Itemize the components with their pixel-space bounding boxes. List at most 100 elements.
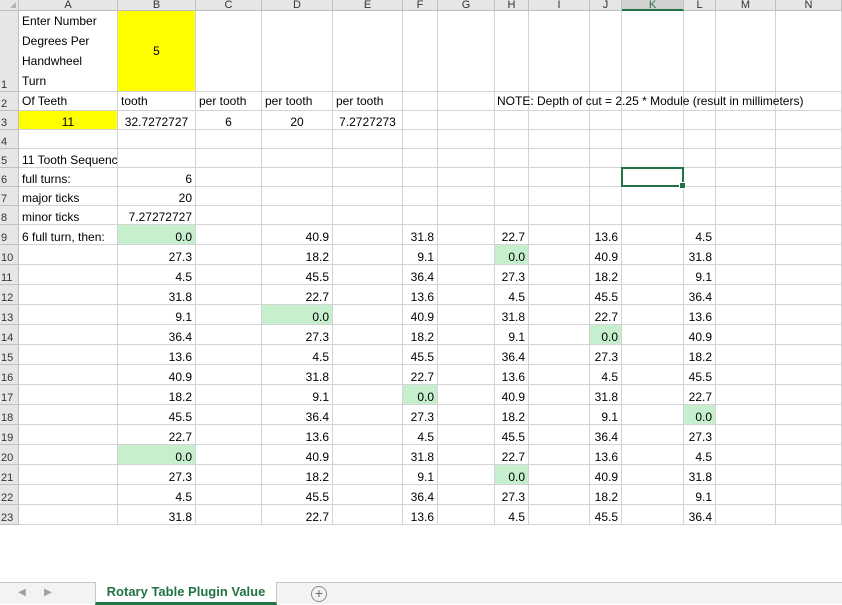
cell-n21[interactable] bbox=[776, 465, 842, 485]
cell-h16[interactable]: 13.6 bbox=[495, 365, 529, 385]
cell-j6[interactable] bbox=[590, 168, 622, 187]
cell-d22[interactable]: 45.5 bbox=[262, 485, 333, 505]
cell-g10[interactable] bbox=[438, 245, 495, 265]
cell-i5[interactable] bbox=[529, 149, 590, 168]
cell-i13[interactable] bbox=[529, 305, 590, 325]
scroll-tabs-left-icon[interactable]: ◀ bbox=[14, 585, 30, 601]
cell-k23[interactable] bbox=[622, 505, 684, 525]
cell-h9[interactable]: 22.7 bbox=[495, 225, 529, 245]
column-header-h[interactable]: H bbox=[495, 0, 529, 11]
cell-i17[interactable] bbox=[529, 385, 590, 405]
cell-f19[interactable]: 4.5 bbox=[403, 425, 438, 445]
cell-c4[interactable] bbox=[196, 130, 262, 149]
cell-f9[interactable]: 31.8 bbox=[403, 225, 438, 245]
cell-m3[interactable] bbox=[716, 111, 776, 130]
cell-h10[interactable]: 0.0 bbox=[495, 245, 529, 265]
row-header-20[interactable]: 20 bbox=[0, 445, 19, 465]
cell-g3[interactable] bbox=[438, 111, 495, 130]
cell-b18[interactable]: 45.5 bbox=[118, 405, 196, 425]
cell-g12[interactable] bbox=[438, 285, 495, 305]
cell-l10[interactable]: 31.8 bbox=[684, 245, 716, 265]
row-header-15[interactable]: 15 bbox=[0, 345, 19, 365]
cell-i23[interactable] bbox=[529, 505, 590, 525]
scroll-tabs-right-icon[interactable]: ▶ bbox=[40, 585, 56, 601]
cell-g21[interactable] bbox=[438, 465, 495, 485]
cell-h14[interactable]: 9.1 bbox=[495, 325, 529, 345]
cell-k5[interactable] bbox=[622, 149, 684, 168]
cell-j14[interactable]: 0.0 bbox=[590, 325, 622, 345]
cell-b5[interactable] bbox=[118, 149, 196, 168]
cell-e23[interactable] bbox=[333, 505, 403, 525]
cell-g20[interactable] bbox=[438, 445, 495, 465]
cell-e8[interactable] bbox=[333, 206, 403, 225]
cell-e4[interactable] bbox=[333, 130, 403, 149]
cell-m6[interactable] bbox=[716, 168, 776, 187]
cell-c8[interactable] bbox=[196, 206, 262, 225]
cell-b20[interactable]: 0.0 bbox=[118, 445, 196, 465]
cell-a17[interactable] bbox=[19, 385, 118, 405]
row-header-5[interactable]: 5 bbox=[0, 149, 19, 168]
cell-j5[interactable] bbox=[590, 149, 622, 168]
active-cell-selection[interactable] bbox=[621, 167, 686, 189]
cell-f5[interactable] bbox=[403, 149, 438, 168]
cell-h17[interactable]: 40.9 bbox=[495, 385, 529, 405]
cell-i21[interactable] bbox=[529, 465, 590, 485]
cell-l16[interactable]: 45.5 bbox=[684, 365, 716, 385]
cell-k4[interactable] bbox=[622, 130, 684, 149]
cell-b11[interactable]: 4.5 bbox=[118, 265, 196, 285]
cell-g17[interactable] bbox=[438, 385, 495, 405]
cell-e19[interactable] bbox=[333, 425, 403, 445]
cell-n16[interactable] bbox=[776, 365, 842, 385]
cell-a7[interactable]: major ticks bbox=[19, 187, 118, 206]
cell-e21[interactable] bbox=[333, 465, 403, 485]
cell-g5[interactable] bbox=[438, 149, 495, 168]
cell-h4[interactable] bbox=[495, 130, 529, 149]
cell-m14[interactable] bbox=[716, 325, 776, 345]
cell-k20[interactable] bbox=[622, 445, 684, 465]
cell-d20[interactable]: 40.9 bbox=[262, 445, 333, 465]
cell-b16[interactable]: 40.9 bbox=[118, 365, 196, 385]
column-header-m[interactable]: M bbox=[716, 0, 776, 11]
cell-c21[interactable] bbox=[196, 465, 262, 485]
cell-e6[interactable] bbox=[333, 168, 403, 187]
cell-f12[interactable]: 13.6 bbox=[403, 285, 438, 305]
cell-f20[interactable]: 31.8 bbox=[403, 445, 438, 465]
row-header-23[interactable]: 23 bbox=[0, 505, 19, 525]
cell-e12[interactable] bbox=[333, 285, 403, 305]
cell-d12[interactable]: 22.7 bbox=[262, 285, 333, 305]
cell-n4[interactable] bbox=[776, 130, 842, 149]
cell-l9[interactable]: 4.5 bbox=[684, 225, 716, 245]
cell-g8[interactable] bbox=[438, 206, 495, 225]
cell-k11[interactable] bbox=[622, 265, 684, 285]
cell-n13[interactable] bbox=[776, 305, 842, 325]
column-header-n[interactable]: N bbox=[776, 0, 842, 11]
column-header-i[interactable]: I bbox=[529, 0, 590, 11]
cell-a8[interactable]: minor ticks bbox=[19, 206, 118, 225]
cell-i15[interactable] bbox=[529, 345, 590, 365]
cell-n15[interactable] bbox=[776, 345, 842, 365]
cell-h3[interactable] bbox=[495, 111, 529, 130]
cell-e11[interactable] bbox=[333, 265, 403, 285]
cell-d1[interactable] bbox=[262, 11, 333, 92]
cell-b10[interactable]: 27.3 bbox=[118, 245, 196, 265]
cell-e1[interactable] bbox=[333, 11, 403, 92]
cell-l6[interactable] bbox=[684, 168, 716, 187]
cell-a14[interactable] bbox=[19, 325, 118, 345]
column-header-e[interactable]: E bbox=[333, 0, 403, 11]
row-header-2[interactable]: 2 bbox=[0, 92, 19, 111]
cell-g14[interactable] bbox=[438, 325, 495, 345]
cell-g4[interactable] bbox=[438, 130, 495, 149]
cell-f23[interactable]: 13.6 bbox=[403, 505, 438, 525]
cell-f8[interactable] bbox=[403, 206, 438, 225]
cell-d19[interactable]: 13.6 bbox=[262, 425, 333, 445]
cell-j13[interactable]: 22.7 bbox=[590, 305, 622, 325]
cell-h12[interactable]: 4.5 bbox=[495, 285, 529, 305]
cell-i10[interactable] bbox=[529, 245, 590, 265]
cell-h23[interactable]: 4.5 bbox=[495, 505, 529, 525]
column-header-f[interactable]: F bbox=[403, 0, 438, 11]
cell-k10[interactable] bbox=[622, 245, 684, 265]
cell-a4[interactable] bbox=[19, 130, 118, 149]
cell-b1[interactable]: 5 bbox=[118, 11, 196, 92]
cell-m18[interactable] bbox=[716, 405, 776, 425]
cell-n8[interactable] bbox=[776, 206, 842, 225]
